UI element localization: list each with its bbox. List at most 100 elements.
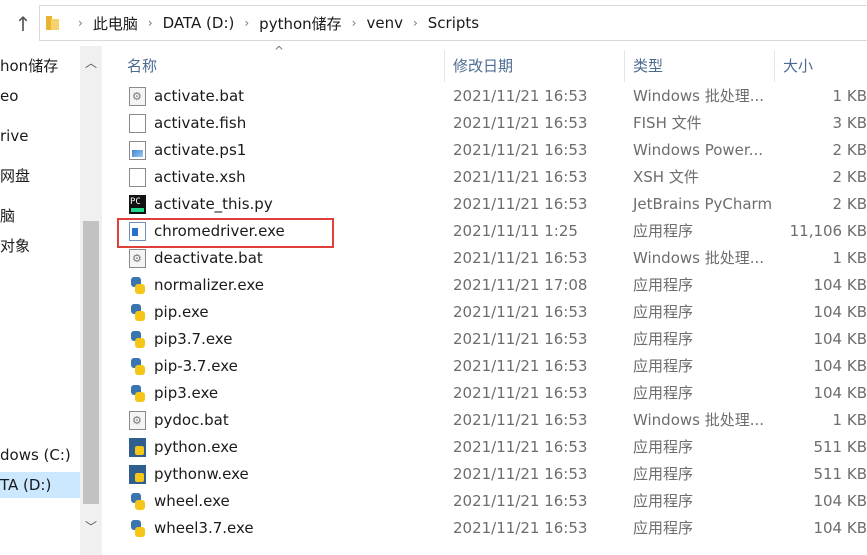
- file-type: 应用程序: [633, 492, 694, 510]
- breadcrumb-data-drive[interactable]: DATA (D:): [163, 14, 235, 32]
- nav-item[interactable]: 网盘: [0, 163, 30, 189]
- file-size: 511 KB: [813, 465, 867, 483]
- file-type: 应用程序: [633, 465, 694, 483]
- file-size: 3 KB: [832, 114, 867, 132]
- nav-scrollbar[interactable]: ︿ ﹀: [80, 46, 102, 555]
- file-size: 1 KB: [832, 411, 867, 429]
- file-name: wheel.exe: [154, 492, 230, 510]
- chevron-right-icon[interactable]: ›: [78, 16, 83, 30]
- nav-item[interactable]: hon储存: [0, 53, 58, 79]
- column-header-type[interactable]: 类型: [633, 46, 663, 86]
- file-row[interactable]: activate.xsh 2021/11/21 16:53 XSH 文件 2 KB: [102, 164, 867, 191]
- chevron-right-icon[interactable]: ›: [148, 16, 153, 30]
- file-name: pythonw.exe: [154, 465, 249, 483]
- chevron-right-icon[interactable]: ›: [244, 16, 249, 30]
- file-name: pip-3.7.exe: [154, 357, 238, 375]
- file-size: 104 KB: [813, 492, 867, 510]
- file-type: 应用程序: [633, 519, 694, 537]
- batch-file-icon: [129, 407, 146, 434]
- file-row[interactable]: pip.exe 2021/11/21 16:53 应用程序 104 KB: [102, 299, 867, 326]
- file-row[interactable]: pythonw.exe 2021/11/21 16:53 应用程序 511 KB: [102, 461, 867, 488]
- chevron-down-icon[interactable]: ﹀: [80, 518, 102, 535]
- file-row[interactable]: pip3.7.exe 2021/11/21 16:53 应用程序 104 KB: [102, 326, 867, 353]
- column-header-date[interactable]: 修改日期: [453, 46, 513, 86]
- python-exe-icon: [129, 384, 146, 403]
- file-row[interactable]: activate.fish 2021/11/21 16:53 FISH 文件 3 KB: [102, 110, 867, 137]
- file-size: 1 KB: [832, 87, 867, 105]
- file-row[interactable]: deactivate.bat 2021/11/21 16:53 Windows 批处…: [102, 245, 867, 272]
- file-row[interactable]: python.exe 2021/11/21 16:53 应用程序 511 KB: [102, 434, 867, 461]
- file-date: 2021/11/21 16:53: [453, 357, 588, 375]
- batch-file-icon: [129, 83, 146, 110]
- file-size: 2 KB: [832, 168, 867, 186]
- powershell-file-icon: [129, 141, 146, 160]
- file-date: 2021/11/21 16:53: [453, 411, 588, 429]
- file-date: 2021/11/21 16:53: [453, 519, 588, 537]
- file-type: Windows 批处理...: [633, 87, 765, 105]
- nav-item[interactable]: 脑: [0, 203, 15, 229]
- column-header-size[interactable]: 大小: [783, 46, 813, 86]
- column-divider[interactable]: [444, 50, 445, 82]
- nav-item[interactable]: rive: [0, 123, 28, 149]
- highlight-box: [117, 218, 334, 248]
- breadcrumb-scripts[interactable]: Scripts: [428, 14, 479, 32]
- address-row: ↑ › 此电脑 › DATA (D:) › python储存 › venv › …: [0, 0, 867, 46]
- file-size: 104 KB: [813, 330, 867, 348]
- file-size: 104 KB: [813, 303, 867, 321]
- file-row[interactable]: activate_this.py 2021/11/21 16:53 JetBrain…: [102, 189, 867, 218]
- file-type: FISH 文件: [633, 114, 702, 132]
- python-app-icon: [129, 465, 146, 484]
- column-divider[interactable]: [624, 50, 625, 82]
- column-header-row: ^ 名称 修改日期 类型 大小: [102, 44, 867, 86]
- file-type: JetBrains PyCharm: [633, 195, 773, 213]
- address-bar[interactable]: › 此电脑 › DATA (D:) › python储存 › venv › Sc…: [39, 5, 867, 41]
- navigation-pane: hon储存 eo rive 网盘 脑 对象 dows (C:) TA (D:) …: [0, 46, 102, 555]
- breadcrumb-python-storage[interactable]: python储存: [259, 13, 341, 34]
- column-divider[interactable]: [774, 50, 775, 82]
- file-date: 2021/11/21 16:53: [453, 465, 588, 483]
- file-size: 1 KB: [832, 249, 867, 267]
- file-row[interactable]: normalizer.exe 2021/11/21 17:08 应用程序 104 KB: [102, 272, 867, 299]
- file-icon: [129, 168, 146, 187]
- scrollbar-thumb[interactable]: [83, 221, 99, 504]
- python-exe-icon: [129, 519, 146, 538]
- up-arrow-icon[interactable]: ↑: [12, 12, 34, 36]
- file-name: activate.fish: [154, 114, 247, 132]
- file-size: 2 KB: [832, 195, 867, 213]
- nav-item-d-drive[interactable]: TA (D:): [0, 472, 80, 498]
- file-date: 2021/11/21 16:53: [453, 303, 588, 321]
- file-size: 104 KB: [813, 519, 867, 537]
- file-size: 11,106 KB: [789, 222, 867, 240]
- file-date: 2021/11/21 16:53: [453, 195, 588, 213]
- python-exe-icon: [129, 303, 146, 322]
- file-type: 应用程序: [633, 276, 694, 294]
- file-row[interactable]: pip3.exe 2021/11/21 16:53 应用程序 104 KB: [102, 380, 867, 407]
- file-row[interactable]: pydoc.bat 2021/11/21 16:53 Windows 批处理... 1…: [102, 407, 867, 434]
- file-row[interactable]: pip-3.7.exe 2021/11/21 16:53 应用程序 104 KB: [102, 353, 867, 380]
- file-date: 2021/11/21 17:08: [453, 276, 588, 294]
- breadcrumb-this-pc[interactable]: 此电脑: [93, 13, 138, 34]
- nav-item[interactable]: 对象: [0, 233, 30, 259]
- nav-item[interactable]: eo: [0, 83, 18, 109]
- file-date: 2021/11/21 16:53: [453, 438, 588, 456]
- chevron-right-icon[interactable]: ›: [352, 16, 357, 30]
- file-row[interactable]: activate.bat 2021/11/21 16:53 Windows 批处理.…: [102, 83, 867, 110]
- nav-item-c-drive[interactable]: dows (C:): [0, 442, 71, 468]
- file-size: 104 KB: [813, 276, 867, 294]
- file-name: normalizer.exe: [154, 276, 264, 294]
- file-name: deactivate.bat: [154, 249, 263, 267]
- column-header-name[interactable]: 名称: [127, 46, 157, 86]
- file-type: Windows 批处理...: [633, 411, 765, 429]
- breadcrumb-venv[interactable]: venv: [366, 14, 403, 32]
- file-row[interactable]: wheel3.7.exe 2021/11/21 16:53 应用程序 104 KB: [102, 515, 867, 542]
- file-type: 应用程序: [633, 438, 694, 456]
- file-date: 2021/11/21 16:53: [453, 384, 588, 402]
- chevron-right-icon[interactable]: ›: [413, 16, 418, 30]
- sort-caret-icon: ^: [274, 44, 285, 58]
- file-type: 应用程序: [633, 303, 694, 321]
- file-row[interactable]: activate.ps1 2021/11/21 16:53 Windows Powe…: [102, 137, 867, 164]
- chevron-up-icon[interactable]: ︿: [80, 54, 102, 71]
- file-type: 应用程序: [633, 384, 694, 402]
- file-date: 2021/11/21 16:53: [453, 492, 588, 510]
- file-row[interactable]: wheel.exe 2021/11/21 16:53 应用程序 104 KB: [102, 488, 867, 515]
